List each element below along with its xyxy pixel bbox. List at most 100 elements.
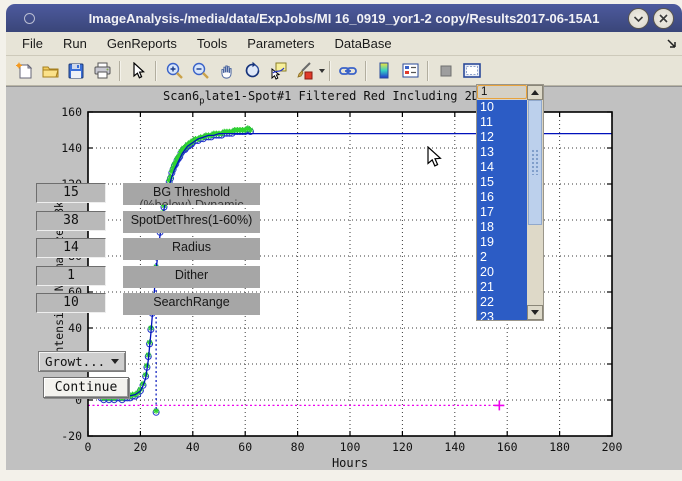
brush-dropdown-icon[interactable] [319,69,325,73]
figure-toolbar [6,56,682,86]
menu-item[interactable]: DataBase [324,33,401,54]
parameter-label: Dither [123,266,260,288]
zoom-out-icon [191,61,210,80]
listbox-item[interactable]: 21 [477,280,527,295]
toolbar-separator [427,61,429,81]
titlebar: ImageAnalysis-/media/data/ExpJobs/MI 16_… [6,4,682,32]
menu-item[interactable]: Tools [187,33,237,54]
listbox-item[interactable]: 12 [477,130,527,145]
continue-button[interactable]: Continue [43,377,129,398]
listbox-current-value[interactable]: 1 [477,85,527,99]
new-file-button[interactable] [12,59,36,83]
new-file-icon [15,62,33,80]
scroll-down-button[interactable] [527,305,543,320]
parameter-input[interactable]: 1 [36,266,106,286]
scrollbar-track[interactable] [527,225,543,305]
hand-icon [217,61,236,80]
listbox-item[interactable]: 2 [477,250,527,265]
link-plot-button[interactable] [336,59,360,83]
edit-plot-button[interactable] [126,59,150,83]
parameter-label-clipped-text: (%below) Dynamic [123,199,260,205]
parameter-input[interactable]: 14 [36,238,106,258]
insert-legend-button[interactable] [398,59,422,83]
shade-button[interactable] [628,8,649,29]
menu-item[interactable]: File [12,33,53,54]
parameter-input[interactable]: 10 [36,293,106,313]
parameter-input[interactable]: 15 [36,183,106,203]
colorbar-icon [376,61,392,80]
parameter-row: 10 SearchRange [0,293,300,315]
link-icon [338,62,358,80]
brush-icon [295,61,314,80]
parameter-input[interactable]: 38 [36,211,106,231]
growth-menu-button[interactable]: Growt... [38,351,126,372]
listbox-scrollbar [527,85,543,320]
toolbar-separator [119,61,121,81]
menu-item[interactable]: Run [53,33,97,54]
parameter-label-text: Dither [175,268,208,282]
listbox-item[interactable]: 13 [477,145,527,160]
scrollbar-grip-icon [531,149,540,175]
listbox-item[interactable]: 11 [477,115,527,130]
parameter-label: BG Threshold (%below) Dynamic [123,183,260,205]
toolbar-separator [155,61,157,81]
open-file-button[interactable] [38,59,62,83]
window-icon [24,13,35,24]
datatip-icon [269,61,288,80]
hide-plot-tools-button[interactable] [434,59,458,83]
zoom-out-button[interactable] [188,59,212,83]
save-floppy-icon [67,62,85,80]
menu-item[interactable]: Parameters [237,33,324,54]
listbox-item[interactable]: 20 [477,265,527,280]
parameter-row: 15 BG Threshold (%below) Dynamic [0,183,300,205]
parameter-label-text: BG Threshold [153,185,230,199]
listbox-item[interactable]: 18 [477,220,527,235]
listbox-item[interactable]: 22 [477,295,527,310]
parameter-row: 14 Radius [0,238,300,260]
toolbar-separator [329,61,331,81]
parameter-row: 38 SpotDetThres(1-60%) [0,211,300,233]
hide-plot-tools-icon [438,63,454,79]
parameter-label-text: SpotDetThres(1-60%) [131,213,253,227]
scroll-down-icon [531,310,539,315]
show-plot-tools-icon [462,62,482,79]
listbox-item[interactable]: 23 [477,310,527,320]
chevron-down-icon [633,15,644,23]
rotate-icon [243,61,262,80]
listbox-item[interactable]: 19 [477,235,527,250]
menu-item[interactable]: GenReports [97,33,187,54]
insert-colorbar-button[interactable] [372,59,396,83]
open-folder-icon [41,61,60,80]
show-plot-tools-button[interactable] [460,59,484,83]
listbox-item[interactable]: 14 [477,160,527,175]
zoom-in-icon [165,61,184,80]
close-button[interactable] [653,8,674,29]
listbox-item[interactable]: 16 [477,190,527,205]
scroll-up-button[interactable] [527,85,543,100]
parameter-row: 1 Dither [0,266,300,288]
zoom-in-button[interactable] [162,59,186,83]
parameter-label: Radius [123,238,260,260]
printer-icon [93,61,112,80]
dropdown-arrow-icon [111,359,119,364]
parameter-label-text: Radius [172,240,211,254]
data-cursor-button[interactable] [266,59,290,83]
scrollbar-thumb[interactable] [528,100,542,225]
listbox-item[interactable]: 10 [477,100,527,115]
save-button[interactable] [64,59,88,83]
listbox-item[interactable]: 15 [477,175,527,190]
window-title: ImageAnalysis-/media/data/ExpJobs/MI 16_… [6,11,682,26]
scroll-up-icon [531,90,539,95]
listbox-item[interactable]: 17 [477,205,527,220]
print-button[interactable] [90,59,114,83]
pan-button[interactable] [214,59,238,83]
listbox-items: 10 11 12 13 14 15 16 17 18 19 2 20 21 22… [477,100,527,320]
legend-icon [401,62,420,79]
parameter-label: SpotDetThres(1-60%) [123,211,260,233]
menu-overflow-icon[interactable] [667,39,677,49]
rotate-3d-button[interactable] [240,59,264,83]
arrow-cursor-icon [130,62,146,80]
brush-button[interactable] [292,59,316,83]
growth-menu-label: Growt... [45,354,105,369]
plot-title-pre: Scan6 [163,89,199,103]
